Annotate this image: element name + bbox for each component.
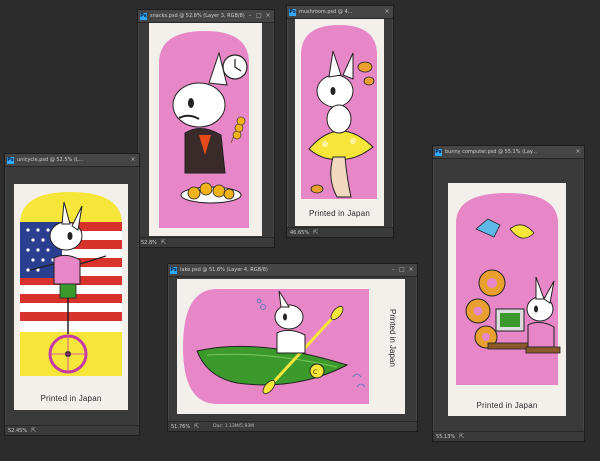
zoom-level[interactable]: 52.8%: [141, 240, 157, 246]
document-canvas[interactable]: Printed in Japan: [14, 184, 128, 410]
printed-in-japan-caption: Printed in Japan: [40, 394, 102, 403]
svg-text:C: C: [313, 369, 317, 376]
printed-in-japan-caption: Printed in Japan: [308, 209, 371, 218]
minimize-icon[interactable]: –: [390, 267, 396, 273]
title-bar[interactable]: Ps bunny computer.psd @ 55.1% (Lay... ×: [433, 146, 584, 159]
document-title: snacks.psd @ 52.8% (Layer 3, RGB/8): [150, 13, 245, 19]
status-bar: 52.45% ⇱: [5, 425, 139, 435]
document-size: Doc: 1.13M/5.93M: [213, 424, 255, 429]
status-bar: 46.65% ⇱: [287, 227, 393, 237]
status-bar: 51.76% ⇱ Doc: 1.13M/5.93M: [168, 421, 417, 431]
window-bunny-computer[interactable]: Ps bunny computer.psd @ 55.1% (Lay... × …: [432, 145, 585, 442]
document-title: bunny computer.psd @ 55.1% (Lay...: [445, 149, 537, 155]
bunny-computer-artwork: [456, 193, 561, 385]
share-icon[interactable]: ⇱: [194, 423, 199, 430]
close-icon[interactable]: ×: [575, 149, 581, 155]
title-bar[interactable]: Ps mushroom.psd @ 4... ×: [287, 6, 393, 19]
unicycle-artwork: [20, 192, 122, 376]
document-canvas[interactable]: Printed in Japan: [295, 19, 384, 226]
window-unicycle[interactable]: Ps unicycle.psd @ 52.5% (L... × Printed …: [4, 153, 140, 436]
document-canvas[interactable]: [149, 23, 262, 236]
document-title: mushroom.psd @ 4...: [299, 9, 353, 15]
minimize-icon[interactable]: –: [247, 13, 253, 19]
zoom-level[interactable]: 46.65%: [290, 230, 309, 236]
window-lake[interactable]: Ps lake.psd @ 51.8% (Layer 4, RGB/8) – □ ×…: [167, 263, 418, 432]
window-snacks[interactable]: Ps snacks.psd @ 52.8% (Layer 3, RGB/8) –…: [137, 9, 275, 248]
share-icon[interactable]: ⇱: [313, 229, 318, 236]
photoshop-icon: Ps: [435, 148, 442, 156]
photoshop-icon: Ps: [289, 8, 296, 16]
document-canvas[interactable]: Printed in Japan: [448, 183, 566, 416]
status-bar: 55.13% ⇱: [433, 431, 584, 441]
share-icon[interactable]: ⇱: [161, 239, 166, 246]
close-icon[interactable]: ×: [130, 157, 136, 163]
mushroom-artwork: [301, 25, 377, 199]
document-canvas[interactable]: C Printed in Japan: [177, 279, 405, 414]
photoshop-icon: Ps: [140, 12, 147, 20]
photoshop-icon: Ps: [170, 266, 177, 274]
title-bar[interactable]: Ps lake.psd @ 51.8% (Layer 4, RGB/8) – □ ×: [168, 264, 417, 277]
zoom-level[interactable]: 55.13%: [436, 434, 455, 440]
maximize-icon[interactable]: □: [399, 267, 405, 273]
title-bar[interactable]: Ps unicycle.psd @ 52.5% (L... ×: [5, 154, 139, 167]
zoom-level[interactable]: 51.76%: [171, 424, 190, 430]
snacks-artwork: [159, 31, 249, 228]
status-bar: 52.8% ⇱: [138, 237, 274, 247]
photoshop-icon: Ps: [7, 156, 14, 164]
document-title: lake.psd @ 51.8% (Layer 4, RGB/8): [180, 267, 268, 273]
lake-artwork: C: [183, 289, 369, 404]
printed-in-japan-caption: Printed in Japan: [388, 309, 397, 367]
close-icon[interactable]: ×: [384, 9, 390, 15]
close-icon[interactable]: ×: [265, 13, 271, 19]
window-mushroom[interactable]: Ps mushroom.psd @ 4... × Printed in Japa…: [286, 5, 394, 238]
document-title: unicycle.psd @ 52.5% (L...: [17, 157, 84, 163]
title-bar[interactable]: Ps snacks.psd @ 52.8% (Layer 3, RGB/8) –…: [138, 10, 274, 23]
close-icon[interactable]: ×: [408, 267, 414, 273]
printed-in-japan-caption: Printed in Japan: [476, 401, 538, 410]
share-icon[interactable]: ⇱: [459, 433, 464, 440]
zoom-level[interactable]: 52.45%: [8, 428, 27, 434]
share-icon[interactable]: ⇱: [31, 427, 36, 434]
maximize-icon[interactable]: □: [256, 13, 262, 19]
